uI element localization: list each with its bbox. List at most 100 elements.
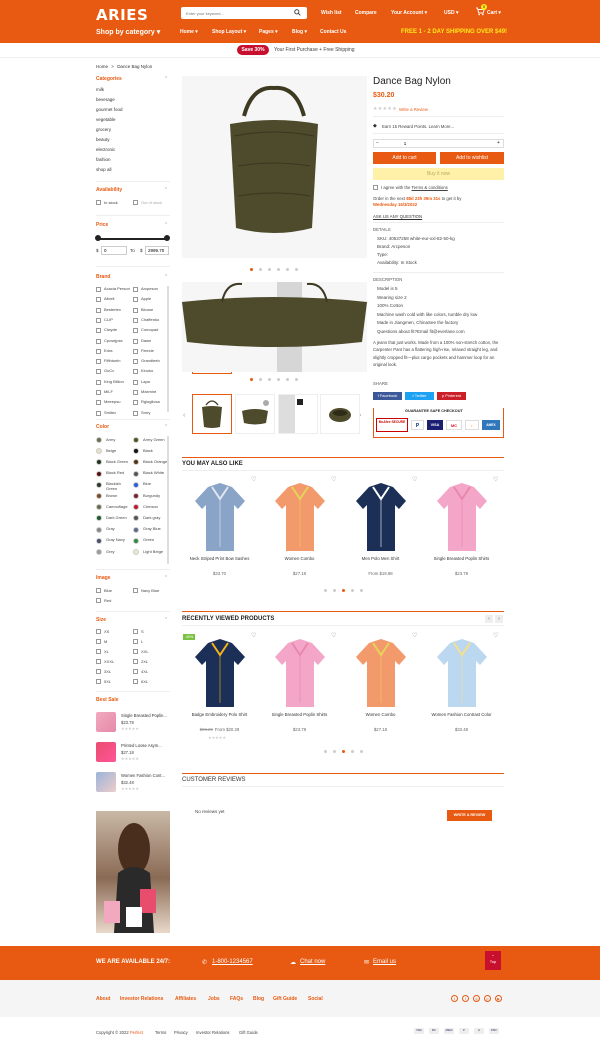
product-thumbnail[interactable] (235, 394, 275, 434)
color-swatch[interactable] (133, 448, 139, 455)
heart-icon[interactable]: ♡ (412, 476, 417, 483)
filter-checkbox[interactable] (133, 200, 138, 205)
product-card-image[interactable] (351, 633, 411, 713)
chevron-right-icon[interactable]: › (495, 615, 503, 623)
youtube-icon[interactable]: ▶ (495, 995, 502, 1002)
add-to-cart-button[interactable]: Add to cart (373, 152, 436, 164)
account-link[interactable]: Your Account ▾ (391, 10, 427, 16)
brand-checkbox[interactable] (133, 379, 138, 385)
share-facebook-button[interactable]: f Facebook (373, 392, 402, 400)
brand-checkbox[interactable] (96, 307, 101, 313)
carousel-dot[interactable] (259, 268, 262, 271)
best-sale-image[interactable] (96, 742, 116, 762)
footer-bottom-link[interactable]: Investor Relations (196, 1030, 230, 1035)
carousel-dot[interactable] (342, 750, 345, 753)
color-swatch[interactable] (133, 459, 139, 466)
product-card-name[interactable]: Men Polo Men Shirt (343, 556, 418, 561)
size-checkbox[interactable] (96, 629, 101, 634)
carousel-dot[interactable] (295, 378, 298, 381)
footer-bottom-link[interactable]: Gift Guide (239, 1030, 258, 1035)
size-checkbox[interactable] (96, 659, 101, 664)
product-card-image[interactable] (190, 477, 250, 557)
brand-checkbox[interactable] (133, 338, 138, 344)
best-sale-name[interactable]: Single Breasted Poplin... (121, 713, 167, 718)
color-swatch[interactable] (133, 515, 139, 522)
brand-checkbox[interactable] (96, 400, 101, 406)
logo[interactable]: ARIES (96, 6, 148, 24)
chevron-up-icon[interactable]: ⌃ (164, 274, 168, 280)
size-checkbox[interactable] (133, 659, 138, 664)
carousel-dot[interactable] (360, 589, 363, 592)
sidebar-banner-image[interactable] (96, 811, 170, 933)
chevron-up-icon[interactable]: ⌃ (164, 617, 168, 623)
footer-bottom-link[interactable]: Terms (155, 1030, 166, 1035)
color-swatch[interactable] (96, 448, 102, 455)
color-swatch[interactable] (96, 437, 102, 443)
heart-icon[interactable]: ♡ (251, 632, 256, 639)
twitter-icon[interactable]: t (451, 995, 458, 1002)
product-card-image[interactable] (432, 477, 492, 557)
add-to-wishlist-button[interactable]: Add to wishlist (440, 152, 504, 164)
facebook-icon[interactable]: f (462, 995, 469, 1002)
brand-checkbox[interactable] (96, 390, 101, 395)
brand-checkbox[interactable] (133, 287, 138, 292)
color-swatch[interactable] (133, 549, 139, 555)
color-swatch[interactable] (96, 515, 102, 522)
carousel-dot[interactable] (250, 378, 253, 381)
brand-checkbox[interactable] (96, 359, 101, 365)
image-filter-checkbox[interactable] (96, 588, 101, 593)
chevron-up-icon[interactable]: ⌃ (164, 424, 168, 430)
category-link[interactable]: beverage (96, 97, 115, 102)
heart-icon[interactable]: ♡ (331, 632, 336, 639)
brand-checkbox[interactable] (96, 348, 101, 354)
size-checkbox[interactable] (96, 669, 101, 674)
color-swatch[interactable] (133, 481, 139, 488)
heart-icon[interactable]: ♡ (412, 632, 417, 639)
brand-checkbox[interactable] (133, 317, 138, 323)
learn-more-link[interactable]: Learn More... (429, 124, 455, 129)
footer-link[interactable]: FAQs (230, 996, 243, 1002)
brand-checkbox[interactable] (96, 297, 101, 303)
quantity-input[interactable] (395, 140, 415, 147)
phone-link[interactable]: 1-800-1234567 (212, 959, 253, 965)
carousel-dot[interactable] (250, 268, 253, 271)
brand-checkbox[interactable] (133, 410, 138, 416)
product-card-name[interactable]: Single Breasted Poplin Shirts (424, 556, 499, 561)
color-swatch[interactable] (96, 470, 102, 477)
product-card-image[interactable] (270, 633, 330, 713)
carousel-dot[interactable] (277, 268, 280, 271)
footer-link[interactable]: Affiliates (175, 996, 196, 1002)
category-link[interactable]: fashion (96, 157, 111, 162)
brand-checkbox[interactable] (96, 317, 101, 323)
terms-checkbox[interactable] (373, 185, 378, 190)
write-review-button[interactable]: WRITE A REVIEW (447, 810, 492, 821)
nav-contact[interactable]: Contact Us (320, 29, 346, 35)
share-twitter-button[interactable]: t Twitter (405, 392, 434, 400)
brand-scrollbar[interactable] (167, 286, 169, 412)
share-pinterest-button[interactable]: p Pinterest (437, 392, 466, 400)
carousel-dot[interactable] (259, 378, 262, 381)
size-checkbox[interactable] (133, 679, 138, 684)
best-sale-image[interactable] (96, 772, 116, 792)
compare-link[interactable]: Compare (355, 10, 377, 16)
price-slider-min-handle[interactable] (95, 235, 101, 241)
carousel-dot[interactable] (333, 750, 336, 753)
footer-link[interactable]: Investor Relations (120, 996, 163, 1002)
brand-checkbox[interactable] (96, 287, 101, 292)
category-link[interactable]: vegetable (96, 117, 116, 122)
brand-checkbox[interactable] (133, 297, 138, 303)
brand-checkbox[interactable] (96, 379, 101, 385)
cart-link[interactable]: Cart ▾ (487, 10, 501, 16)
color-swatch[interactable] (96, 549, 102, 555)
product-card-name[interactable]: Neck Striped Print Bow Sashes (182, 556, 257, 561)
size-checkbox[interactable] (133, 669, 138, 674)
nav-pages[interactable]: Pages ▾ (259, 29, 278, 35)
chevron-up-icon[interactable]: ⌃ (164, 222, 168, 228)
image-filter-checkbox[interactable] (133, 588, 138, 593)
color-swatch[interactable] (96, 493, 102, 499)
footer-link[interactable]: Jobs (208, 996, 220, 1002)
chevron-left-icon[interactable]: ‹ (183, 412, 185, 419)
color-swatch[interactable] (96, 481, 102, 488)
chevron-up-icon[interactable]: ⌃ (164, 76, 168, 82)
product-main-image[interactable] (182, 76, 367, 258)
